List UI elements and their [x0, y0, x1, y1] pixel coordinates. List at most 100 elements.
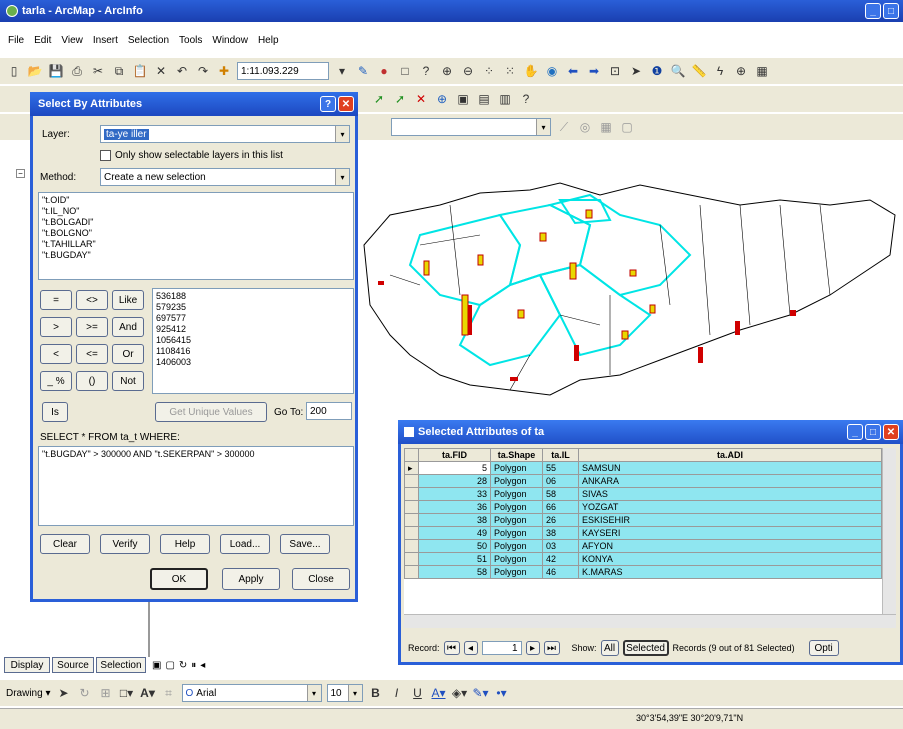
- greater-equal-button[interactable]: >=: [76, 317, 108, 337]
- clear-button[interactable]: Clear: [40, 534, 90, 554]
- grid-tool-icon[interactable]: ▦: [598, 119, 614, 135]
- list-item[interactable]: 1056415: [156, 335, 350, 346]
- target-layer-dropdown[interactable]: ▾: [391, 118, 551, 136]
- refresh-icon[interactable]: ↻: [179, 660, 187, 671]
- fid-cell[interactable]: 33: [418, 487, 491, 501]
- menu-edit[interactable]: Edit: [34, 35, 51, 51]
- hyperlink-icon[interactable]: ϟ: [712, 63, 728, 79]
- italic-button[interactable]: I: [389, 685, 405, 701]
- menu-insert[interactable]: Insert: [93, 35, 118, 51]
- snap-icon[interactable]: ➚: [371, 91, 387, 107]
- cut-icon[interactable]: ✂: [90, 63, 106, 79]
- pause-icon[interactable]: ⏸: [191, 660, 196, 671]
- adi-cell[interactable]: SAMSUN: [578, 461, 882, 475]
- menu-tools[interactable]: Tools: [179, 35, 202, 51]
- redo-icon[interactable]: ↷: [195, 63, 211, 79]
- table-row[interactable]: 51 Polygon 42 KONYA: [404, 552, 882, 566]
- list-item[interactable]: "t.BOLGADI": [42, 217, 350, 228]
- list-item[interactable]: "t.TAHILLAR": [42, 239, 350, 250]
- fid-cell[interactable]: 38: [418, 513, 491, 527]
- rectangle-icon[interactable]: □▾: [119, 685, 135, 701]
- fid-cell[interactable]: 51: [418, 552, 491, 566]
- il-cell[interactable]: 42: [542, 552, 579, 566]
- dialog-help-button[interactable]: ?: [320, 96, 336, 112]
- frame-tool-icon[interactable]: ▢: [619, 119, 635, 135]
- parentheses-button[interactable]: (): [76, 371, 108, 391]
- list-item[interactable]: "t.OID": [42, 195, 350, 206]
- overview-icon[interactable]: ▦: [754, 63, 770, 79]
- wildcard-button[interactable]: _ %: [40, 371, 72, 391]
- shape-cell[interactable]: Polygon: [490, 500, 543, 514]
- table-row[interactable]: 28 Polygon 06 ANKARA: [404, 474, 882, 488]
- record-input[interactable]: 1: [481, 641, 522, 655]
- maximize-button[interactable]: □: [883, 3, 899, 19]
- new-document-icon[interactable]: ▯: [6, 63, 22, 79]
- list-item[interactable]: 925412: [156, 324, 350, 335]
- measure-icon[interactable]: 📏: [691, 63, 707, 79]
- values-list[interactable]: 536188 579235 697577 925412 1056415 1108…: [152, 288, 354, 394]
- apply-button[interactable]: Apply: [222, 568, 280, 590]
- attr-close-button[interactable]: ✕: [883, 424, 899, 440]
- marker-color-icon[interactable]: •▾: [494, 685, 510, 701]
- font-dropdown[interactable]: O Arial ▾: [181, 684, 322, 702]
- il-cell[interactable]: 58: [542, 487, 579, 501]
- select-elements-icon[interactable]: ➤: [628, 63, 644, 79]
- list-item[interactable]: 697577: [156, 313, 350, 324]
- first-record-icon[interactable]: ⏮: [443, 641, 460, 655]
- properties-icon[interactable]: ▣: [455, 91, 471, 107]
- list-item[interactable]: 536188: [156, 291, 350, 302]
- edit-vertices-icon[interactable]: ⌗: [161, 685, 177, 701]
- full-extent-icon[interactable]: ◉: [544, 63, 560, 79]
- rotate-icon[interactable]: ↻: [77, 685, 93, 701]
- fid-cell[interactable]: 50: [418, 539, 491, 553]
- is-button[interactable]: Is: [42, 402, 68, 422]
- open-icon[interactable]: 📂: [27, 63, 43, 79]
- menu-view[interactable]: View: [61, 35, 83, 51]
- circle-tool-icon[interactable]: ◎: [577, 119, 593, 135]
- identify-icon[interactable]: ❶: [649, 63, 665, 79]
- find-icon[interactable]: 🔍: [670, 63, 686, 79]
- il-cell[interactable]: 55: [542, 461, 579, 475]
- new-text-icon[interactable]: A ▾: [140, 685, 156, 701]
- bold-button[interactable]: B: [368, 685, 384, 701]
- print-icon[interactable]: ⎙: [69, 63, 85, 79]
- copy-icon[interactable]: ⧉: [111, 63, 127, 79]
- less-button[interactable]: <: [40, 344, 72, 364]
- attributes-icon[interactable]: ⊕: [434, 91, 450, 107]
- vertical-scrollbar[interactable]: [882, 448, 896, 614]
- menu-selection[interactable]: Selection: [128, 35, 169, 51]
- undo-icon[interactable]: ↶: [174, 63, 190, 79]
- adi-cell[interactable]: ESKISEHIR: [578, 513, 882, 527]
- zoom-whole-page-icon[interactable]: ⊞: [98, 685, 114, 701]
- delete-feature-icon[interactable]: ✕: [413, 91, 429, 107]
- font-size-dropdown[interactable]: 10 ▾: [326, 684, 363, 702]
- fixed-zoom-out-icon[interactable]: ⁙: [502, 63, 518, 79]
- list-item[interactable]: 1108416: [156, 346, 350, 357]
- fid-cell[interactable]: 36: [418, 500, 491, 514]
- shape-cell[interactable]: Polygon: [490, 539, 543, 553]
- fixed-zoom-in-icon[interactable]: ⁘: [481, 63, 497, 79]
- list-item[interactable]: "t.IL_NO": [42, 206, 350, 217]
- pan-icon[interactable]: ✋: [523, 63, 539, 79]
- arctoolbox-icon[interactable]: ●: [376, 63, 392, 79]
- row-pointer-icon[interactable]: ▸: [404, 461, 419, 475]
- column-header[interactable]: ta.FID: [418, 448, 491, 462]
- table-row[interactable]: ▸ 5 Polygon 55 SAMSUN: [404, 461, 882, 475]
- column-header[interactable]: ta.IL: [542, 448, 579, 462]
- select-elements-icon[interactable]: ➤: [56, 685, 72, 701]
- shape-cell[interactable]: Polygon: [490, 526, 543, 540]
- il-cell[interactable]: 66: [542, 500, 579, 514]
- greater-button[interactable]: >: [40, 317, 72, 337]
- layer-dropdown[interactable]: ta-ye iller ▾: [100, 125, 350, 143]
- paste-icon[interactable]: 📋: [132, 63, 148, 79]
- adi-cell[interactable]: SIVAS: [578, 487, 882, 501]
- save-icon[interactable]: 💾: [48, 63, 64, 79]
- ok-button[interactable]: OK: [150, 568, 208, 590]
- table-row[interactable]: 50 Polygon 03 AFYON: [404, 539, 882, 553]
- less-equal-button[interactable]: <=: [76, 344, 108, 364]
- tab-display[interactable]: Display: [4, 657, 50, 673]
- prev-record-icon[interactable]: ◂: [463, 641, 478, 655]
- layout-view-icon[interactable]: ▢: [165, 660, 174, 671]
- table-row[interactable]: 33 Polygon 58 SIVAS: [404, 487, 882, 501]
- table-row[interactable]: 58 Polygon 46 K.MARAS: [404, 565, 882, 579]
